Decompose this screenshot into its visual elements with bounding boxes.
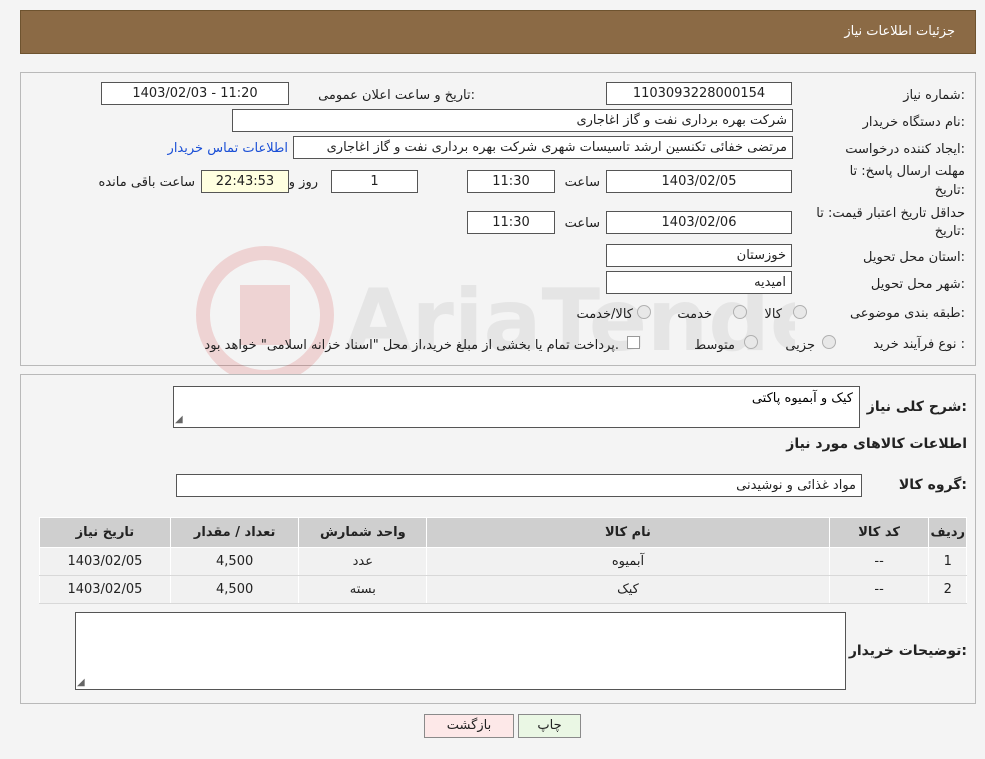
cell-date: 1403/02/05 xyxy=(39,575,171,604)
cell-date: 1403/02/05 xyxy=(39,547,171,576)
page-title: جزئیات اطلاعات نیاز xyxy=(844,24,955,39)
col-code-header: کد کالا xyxy=(828,517,930,548)
remaining-label: ساعت باقی مانده xyxy=(98,175,195,190)
deadline-label: مهلت ارسال پاسخ: تا xyxy=(849,164,965,179)
goods-group-field: مواد غذائی و نوشیدنی xyxy=(176,474,862,497)
validity-time-label: ساعت xyxy=(564,216,600,231)
validity-date-field: 1403/02/06 xyxy=(606,211,792,234)
cell-row: 2 xyxy=(928,575,967,604)
category-service-label: خدمت xyxy=(677,307,712,322)
need-number-label: شماره نیاز: xyxy=(903,88,965,103)
cell-row: 1 xyxy=(928,547,967,576)
purchase-medium-label: متوسط xyxy=(694,338,735,353)
resize-grip-icon: ◢ xyxy=(175,414,183,425)
announce-label: تاریخ و ساعت اعلان عمومی: xyxy=(318,88,475,103)
province-label: استان محل تحویل: xyxy=(863,250,965,265)
deadline-date-field: 1403/02/05 xyxy=(606,170,792,193)
cell-name: کیک xyxy=(426,575,830,604)
validity-label: حداقل تاریخ اعتبار قیمت: تا xyxy=(816,206,965,221)
days-label: روز و xyxy=(288,175,318,190)
purchase-type-label: نوع فرآیند خرید : xyxy=(873,337,965,352)
validity-time-field: 11:30 xyxy=(467,211,555,234)
goods-table: ردیف کد کالا نام کالا واحد شمارش تعداد /… xyxy=(39,517,967,604)
deadline-label-date: تاریخ: xyxy=(934,183,965,198)
category-goods-label: کالا xyxy=(764,307,782,322)
category-label: طبقه بندی موضوعی: xyxy=(849,306,965,321)
purchase-minor-label: جزیی xyxy=(785,338,815,353)
table-row: 2 -- کیک بسته 4,500 1403/02/05 xyxy=(39,575,967,604)
col-date-header: تاریخ نیاز xyxy=(39,517,171,548)
col-row-header: ردیف xyxy=(928,517,967,548)
category-both-radio[interactable] xyxy=(637,305,651,319)
treasury-checkbox[interactable] xyxy=(627,336,640,349)
buyer-notes-field xyxy=(75,612,846,690)
cell-unit: بسته xyxy=(298,575,428,604)
goods-info-title: اطلاعات کالاهای مورد نیاز xyxy=(786,436,967,452)
table-header-row: ردیف کد کالا نام کالا واحد شمارش تعداد /… xyxy=(39,517,967,548)
col-name-header: نام کالا xyxy=(426,517,830,548)
requester-field: مرتضی خفائی تکنسین ارشد تاسیسات شهری شرک… xyxy=(293,136,793,159)
page-header: جزئیات اطلاعات نیاز xyxy=(20,10,976,54)
purchase-minor-radio[interactable] xyxy=(822,335,836,349)
deadline-time-field: 11:30 xyxy=(467,170,555,193)
col-qty-header: تعداد / مقدار xyxy=(169,517,300,548)
cell-name: آبمیوه xyxy=(426,547,830,576)
validity-label-date: تاریخ: xyxy=(934,224,965,239)
days-field: 1 xyxy=(331,170,418,193)
need-number-field: 1103093228000154 xyxy=(606,82,792,105)
deadline-time-label: ساعت xyxy=(564,175,600,190)
cell-qty: 4,500 xyxy=(169,547,300,576)
province-field: خوزستان xyxy=(606,244,792,267)
cell-code: -- xyxy=(828,547,930,576)
category-service-radio[interactable] xyxy=(733,305,747,319)
buyer-contact-link[interactable]: اطلاعات تماس خریدار xyxy=(168,141,288,156)
city-label: شهر محل تحویل: xyxy=(870,277,965,292)
purchase-medium-radio[interactable] xyxy=(744,335,758,349)
cell-code: -- xyxy=(828,575,930,604)
cell-qty: 4,500 xyxy=(169,575,300,604)
buyer-notes-label: توضیحات خریدار: xyxy=(848,643,967,659)
category-both-label: کالا/خدمت xyxy=(576,307,633,322)
resize-grip-icon: ◢ xyxy=(77,677,85,688)
table-row: 1 -- آبمیوه عدد 4,500 1403/02/05 xyxy=(39,547,967,576)
payment-note: پرداخت تمام یا بخشی از مبلغ خرید،از محل … xyxy=(204,338,619,353)
buyer-org-field: شرکت بهره برداری نفت و گاز اغاجاری xyxy=(232,109,793,132)
cell-unit: عدد xyxy=(298,547,428,576)
col-unit-header: واحد شمارش xyxy=(298,517,428,548)
city-field: امیدیه xyxy=(606,271,792,294)
goods-group-label: گروه کالا: xyxy=(898,477,967,493)
remaining-time-field: 22:43:53 xyxy=(201,170,289,193)
announce-field: 1403/02/03 - 11:20 xyxy=(101,82,289,105)
buyer-org-label: نام دستگاه خریدار: xyxy=(862,115,965,130)
description-field: کیک و آبمیوه پاکتی xyxy=(173,386,860,428)
description-label: شرح کلی نیاز: xyxy=(866,399,967,415)
print-button[interactable]: چاپ xyxy=(518,714,581,738)
requester-label: ایجاد کننده درخواست: xyxy=(845,142,965,157)
back-button[interactable]: بازگشت xyxy=(424,714,514,738)
category-goods-radio[interactable] xyxy=(793,305,807,319)
